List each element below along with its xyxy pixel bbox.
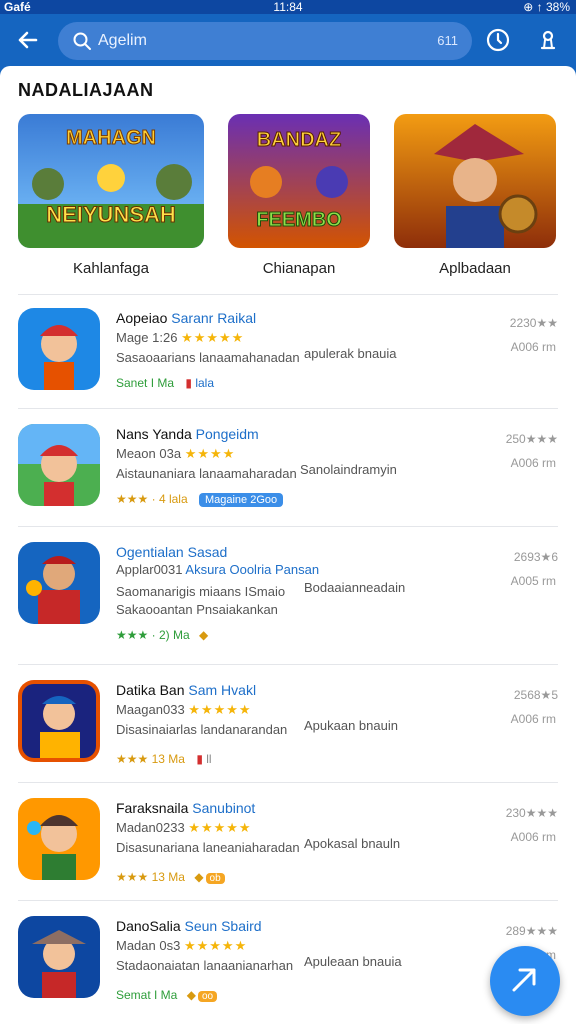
star-rating: ★★★★★ bbox=[188, 702, 252, 717]
status-badge: ob bbox=[205, 873, 225, 884]
app-description: Disasinaiarlas landanarandan bbox=[116, 722, 288, 737]
app-description: Saomanarigis miaans ISmaio bbox=[116, 584, 286, 599]
star-rating: ★★★★★ bbox=[183, 938, 248, 953]
app-title: Datika Ban Sam Hvakl bbox=[116, 682, 257, 698]
app-title: Aopeiao Saranr Raikal bbox=[116, 310, 257, 326]
app-tags: Sanet I Ma ▮ lala bbox=[116, 376, 215, 390]
star-rating: ★★★★ bbox=[184, 446, 236, 461]
featured-card-2[interactable]: BANDAZ FEEMBO Chianapan bbox=[228, 114, 370, 277]
clock: 11:84 bbox=[273, 0, 303, 14]
app-tags: ★★★ 13 Ma ▮ ll bbox=[116, 752, 212, 766]
next-fab-button[interactable] bbox=[490, 946, 560, 1016]
status-badge: Magaine 2Goo bbox=[198, 493, 284, 507]
status-indicators: ⊕ ↑ 38% bbox=[523, 0, 570, 14]
app-description: Disasunariana laneaniaharadan bbox=[116, 840, 300, 855]
featured-art-title: MAHAGN bbox=[66, 127, 156, 149]
app-tags: ★★★ 13 Ma ◆ ob bbox=[116, 870, 225, 884]
search-input[interactable]: Agelim 611 bbox=[58, 22, 472, 60]
app-size: A006 rm bbox=[510, 830, 556, 844]
app-developer: Apuleaan bnauia bbox=[304, 954, 402, 969]
star-rating: ★★★★★ bbox=[188, 820, 252, 835]
featured-art-subtitle: FEEMBO bbox=[256, 209, 342, 231]
divider bbox=[18, 782, 558, 783]
app-rating: 2568★5 bbox=[513, 688, 558, 702]
app-rating: 230★★★ bbox=[505, 806, 558, 820]
list-item[interactable]: Nans Yanda Pongeidm Meaon 03a ★★★★ Aista… bbox=[0, 412, 576, 530]
featured-card-3[interactable]: Aplbadaan bbox=[394, 114, 556, 277]
history-button[interactable] bbox=[482, 24, 514, 56]
star-rating: ★★★★★ bbox=[181, 330, 245, 345]
app-meta: Maagan033 ★★★★★ bbox=[116, 702, 252, 717]
app-tags: ★★★ · 2) Ma ◆ bbox=[116, 628, 209, 642]
app-rating: 2693★6 bbox=[513, 550, 558, 564]
app-meta: Applar0031 Aksura Ooolria Pansan bbox=[116, 562, 320, 577]
search-icon bbox=[73, 32, 91, 50]
app-title: Faraksnaila Sanubinot bbox=[116, 800, 256, 816]
app-developer: apulerak bnauia bbox=[304, 346, 397, 361]
app-size: A006 rm bbox=[510, 340, 556, 354]
app-meta: Madan0233 ★★★★★ bbox=[116, 820, 252, 835]
app-size: A005 rm bbox=[510, 574, 556, 588]
app-rating: 250★★★ bbox=[505, 432, 558, 446]
app-developer: Bodaaianneadain bbox=[304, 580, 406, 595]
list-item[interactable]: Ogentialan Sasad Applar0031 Aksura Ooolr… bbox=[0, 530, 576, 648]
app-bar: Agelim 611 bbox=[0, 14, 576, 66]
app-icon bbox=[18, 308, 100, 390]
divider bbox=[18, 664, 558, 665]
profile-icon bbox=[540, 30, 556, 50]
app-title: DanoSalia Seun Sbaird bbox=[116, 918, 262, 934]
app-title: Ogentialan Sasad bbox=[116, 544, 228, 560]
search-count: 611 bbox=[437, 33, 458, 48]
app-meta: Meaon 03a ★★★★ bbox=[116, 446, 236, 461]
app-icon bbox=[18, 680, 100, 762]
status-badge: oo bbox=[197, 991, 218, 1002]
status-bar: Gafé 11:84 ⊕ ↑ 38% bbox=[0, 0, 576, 14]
app-icon bbox=[18, 916, 100, 998]
app-meta: Mage 1:26 ★★★★★ bbox=[116, 330, 245, 345]
section-title: NADALIAJAAN bbox=[18, 80, 154, 100]
content-panel: NADALIAJAAN MAHAGN NEIYUNSAH Kahlanfaga bbox=[0, 66, 576, 1024]
divider bbox=[18, 900, 558, 901]
app-tags: ★★★ · 4 lala Magaine 2Goo bbox=[116, 492, 284, 507]
app-description: Sasaoaarians lanaamahanadan bbox=[116, 350, 300, 365]
app-rating: 2230★★ bbox=[509, 316, 558, 330]
app-meta: Madan 0s3 ★★★★★ bbox=[116, 938, 248, 953]
search-query: Agelim bbox=[98, 32, 147, 49]
app-icon bbox=[18, 798, 100, 880]
list-item[interactable]: Aopeiao Saranr Raikal Mage 1:26 ★★★★★ Sa… bbox=[0, 296, 576, 414]
featured-thumbnail: MAHAGN NEIYUNSAH bbox=[18, 114, 204, 248]
app-icon bbox=[18, 542, 100, 624]
app-icon bbox=[18, 424, 100, 506]
app-rating: 289★★★ bbox=[505, 924, 558, 938]
clock-icon bbox=[486, 28, 510, 52]
featured-thumbnail: BANDAZ FEEMBO bbox=[228, 114, 370, 248]
back-button[interactable] bbox=[12, 24, 44, 56]
app-description-line2: Sakaooantan Pnsaiakankan bbox=[116, 602, 278, 617]
featured-art-title: BANDAZ bbox=[257, 129, 341, 151]
app-developer: Apukaan bnauin bbox=[304, 718, 398, 733]
featured-label: Aplbadaan bbox=[439, 260, 511, 277]
divider bbox=[18, 294, 558, 295]
featured-thumbnail bbox=[394, 114, 556, 248]
divider bbox=[18, 526, 558, 527]
app-size: A006 rm bbox=[510, 712, 556, 726]
featured-art-subtitle: NEIYUNSAH bbox=[46, 202, 176, 227]
list-item[interactable]: Faraksnaila Sanubinot Madan0233 ★★★★★ Di… bbox=[0, 786, 576, 904]
arrow-left-icon bbox=[18, 31, 38, 49]
app-developer: Apokasal bnauln bbox=[304, 836, 401, 851]
featured-card-1[interactable]: MAHAGN NEIYUNSAH Kahlanfaga bbox=[18, 114, 204, 277]
chevron-right-icon bbox=[512, 968, 536, 992]
app-title: Nans Yanda Pongeidm bbox=[116, 426, 259, 442]
app-tags: Semat I Ma ◆ oo bbox=[116, 988, 218, 1002]
profile-button[interactable] bbox=[532, 24, 564, 56]
featured-label: Chianapan bbox=[262, 260, 336, 277]
featured-label: Kahlanfaga bbox=[73, 260, 149, 277]
app-description: Aistaunaniara lanaamaharadan bbox=[116, 466, 297, 481]
divider bbox=[18, 408, 558, 409]
app-description: Stadaonaiatan lanaanianarhan bbox=[116, 958, 294, 973]
app-size: A006 rm bbox=[510, 456, 556, 470]
app-developer: Sanolaindramyin bbox=[300, 462, 397, 477]
list-item[interactable]: Datika Ban Sam Hvakl Maagan033 ★★★★★ Dis… bbox=[0, 668, 576, 786]
